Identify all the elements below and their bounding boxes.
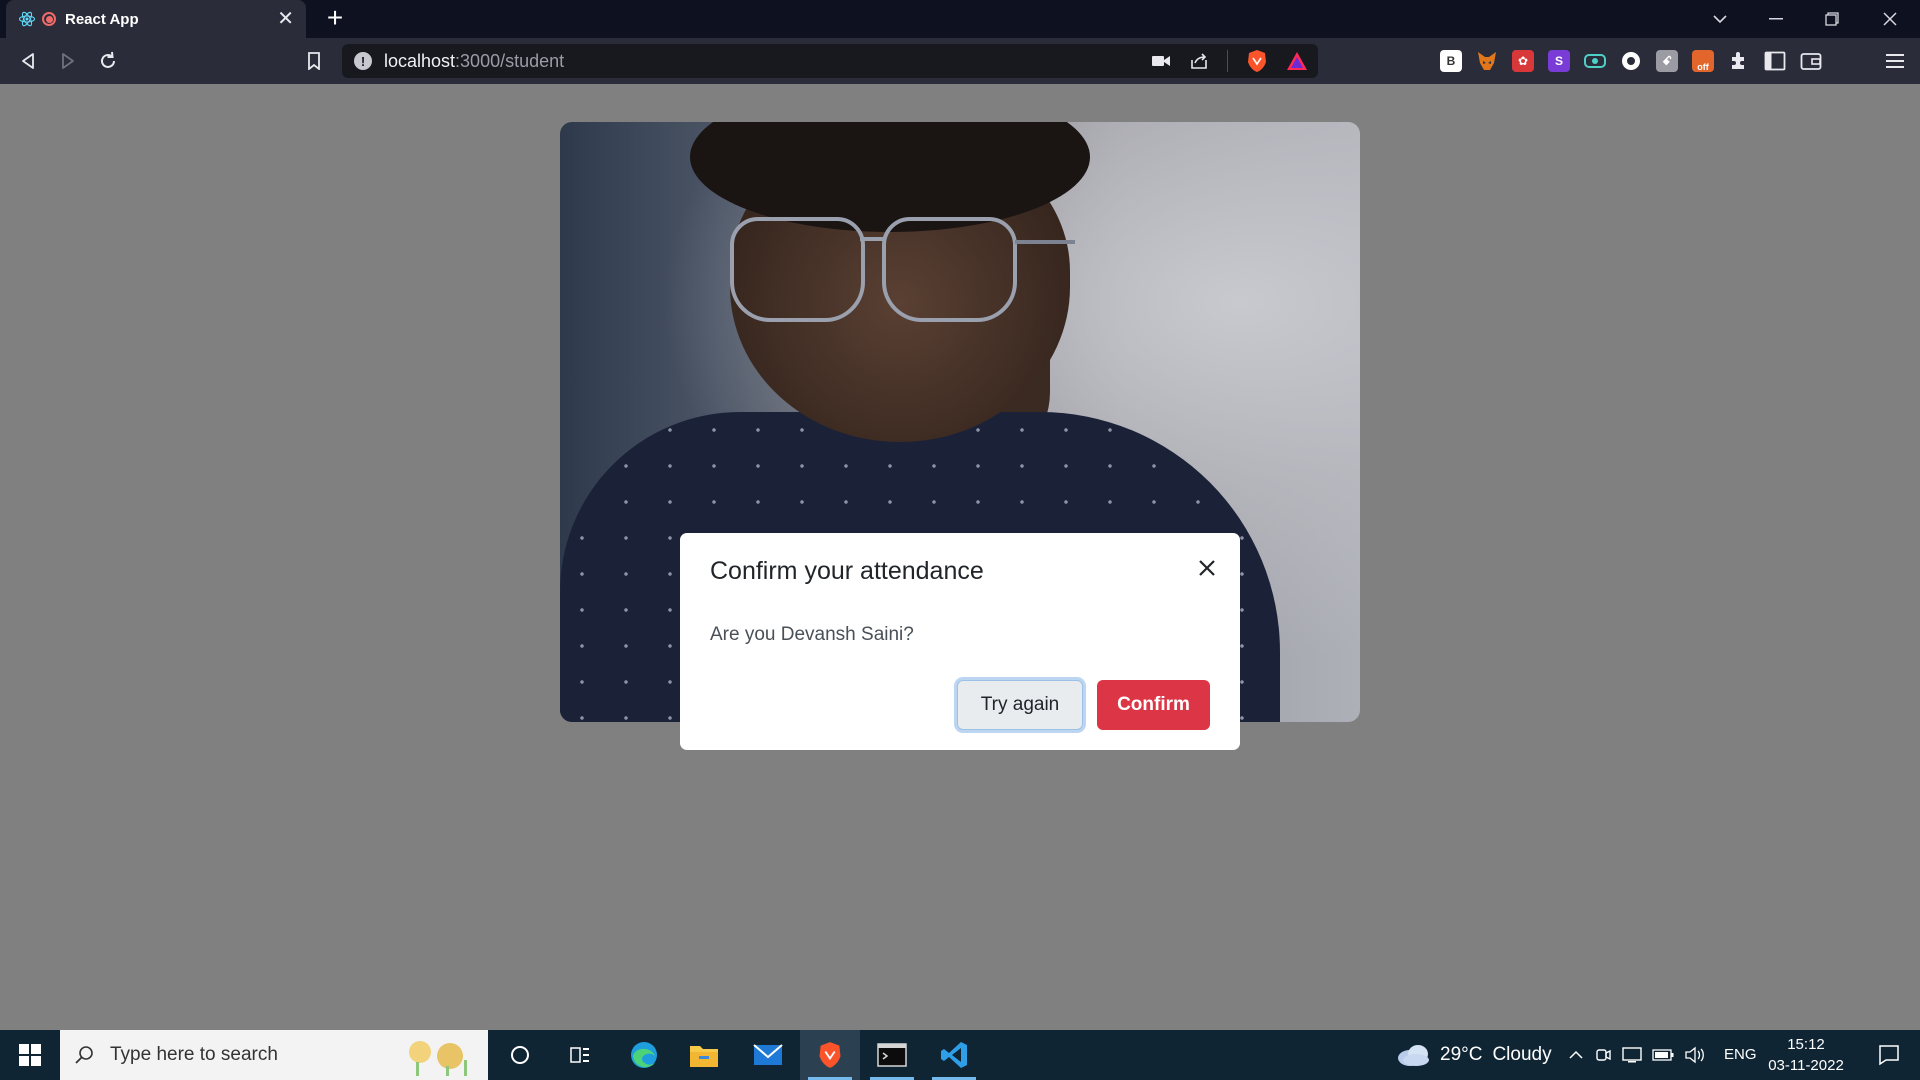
- bookmark-icon[interactable]: [300, 47, 328, 75]
- confirm-attendance-dialog: Confirm your attendance Are you Devansh …: [680, 533, 1240, 750]
- window-close-button[interactable]: [1862, 0, 1918, 38]
- cloud-icon: [1398, 1045, 1429, 1066]
- mail-icon[interactable]: [738, 1030, 798, 1080]
- tab-title: React App: [65, 10, 139, 28]
- camera-in-use-icon[interactable]: [1151, 54, 1171, 68]
- search-highlight-illustration-icon: [409, 1041, 467, 1076]
- wallet-icon[interactable]: [1800, 51, 1822, 71]
- confirm-button[interactable]: Confirm: [1097, 680, 1210, 730]
- clock-date: 03-11-2022: [1768, 1057, 1844, 1074]
- off-extension-icon[interactable]: off: [1692, 50, 1714, 72]
- browser-tab-strip: React App ✕ +: [0, 0, 1920, 38]
- system-tray: [1568, 1030, 1706, 1080]
- dialog-title: Confirm your attendance: [710, 557, 984, 585]
- brave-browser-taskbar-icon[interactable]: [800, 1030, 860, 1080]
- taskbar-search-box[interactable]: Type here to search: [60, 1030, 488, 1080]
- site-info-icon[interactable]: !: [354, 52, 372, 70]
- white-circle-extension-icon[interactable]: [1620, 50, 1642, 72]
- s-extension-icon[interactable]: S: [1548, 50, 1570, 72]
- page-backdrop: Confirm your attendance Are you Devansh …: [0, 84, 1920, 1030]
- brave-rewards-icon[interactable]: [1286, 51, 1308, 71]
- start-button[interactable]: [0, 1030, 60, 1080]
- clock-time: 15:12: [1787, 1036, 1825, 1053]
- vscode-icon[interactable]: [924, 1030, 984, 1080]
- react-logo-icon: [18, 11, 36, 27]
- battery-icon[interactable]: [1652, 1049, 1674, 1061]
- grey-extension-icon[interactable]: ꗃ: [1656, 50, 1678, 72]
- weather-widget[interactable]: 29°C Cloudy: [1396, 1030, 1552, 1080]
- tab-close-icon[interactable]: ✕: [277, 9, 294, 29]
- minimize-button[interactable]: [1748, 0, 1804, 38]
- windows-taskbar: Type here to search 29°C Cloudy ENG 15:1…: [0, 1030, 1920, 1080]
- back-button[interactable]: [14, 47, 42, 75]
- browser-tab[interactable]: React App ✕: [6, 0, 306, 38]
- show-hidden-icons-chevron-icon[interactable]: [1568, 1050, 1584, 1060]
- recording-indicator-icon: [42, 12, 56, 26]
- extensions-puzzle-icon[interactable]: [1728, 50, 1750, 72]
- url-host: localhost: [384, 50, 456, 71]
- notification-center-icon[interactable]: [1864, 1030, 1914, 1080]
- volume-icon[interactable]: [1684, 1046, 1706, 1064]
- search-placeholder: Type here to search: [110, 1044, 278, 1065]
- task-view-button[interactable]: [550, 1030, 610, 1080]
- meet-now-icon[interactable]: [1594, 1046, 1612, 1064]
- close-icon[interactable]: [1192, 553, 1222, 583]
- weather-description: Cloudy: [1492, 1044, 1552, 1065]
- try-again-button[interactable]: Try again: [957, 680, 1083, 730]
- edge-browser-icon[interactable]: [614, 1030, 674, 1080]
- menu-hamburger-icon[interactable]: [1882, 48, 1908, 74]
- address-bar[interactable]: ! localhost:3000/student: [342, 44, 1318, 78]
- dialog-question: Are you Devansh Saini?: [710, 624, 914, 645]
- search-icon: [75, 1046, 93, 1064]
- input-language[interactable]: ENG: [1724, 1030, 1757, 1080]
- taskbar-clock[interactable]: 15:12 03-11-2022: [1764, 1034, 1848, 1076]
- forward-button[interactable]: [54, 47, 82, 75]
- display-icon[interactable]: [1622, 1046, 1642, 1064]
- restore-button[interactable]: [1804, 0, 1860, 38]
- share-icon[interactable]: [1189, 52, 1209, 70]
- brave-shields-icon[interactable]: [1246, 49, 1268, 73]
- terminal-icon[interactable]: [862, 1030, 922, 1080]
- windows-logo-icon: [19, 1044, 41, 1066]
- tab-search-chevron-icon[interactable]: [1692, 0, 1748, 38]
- sidebar-toggle-icon[interactable]: [1764, 51, 1786, 71]
- cortana-button[interactable]: [490, 1030, 550, 1080]
- b-extension-icon[interactable]: B: [1440, 50, 1462, 72]
- metamask-fox-icon[interactable]: [1476, 50, 1498, 72]
- red-extension-icon[interactable]: ✿: [1512, 50, 1534, 72]
- url-path: :3000/student: [455, 50, 565, 71]
- extensions-bar: B ✿ S ꗃ off: [1432, 44, 1878, 78]
- teal-extension-icon[interactable]: [1584, 50, 1606, 72]
- reload-button[interactable]: [94, 47, 122, 75]
- browser-toolbar: ! localhost:3000/student B ✿ S ꗃ off: [0, 38, 1920, 84]
- new-tab-button[interactable]: +: [320, 4, 350, 34]
- weather-temperature: 29°C: [1440, 1044, 1483, 1065]
- file-explorer-icon[interactable]: [674, 1030, 734, 1080]
